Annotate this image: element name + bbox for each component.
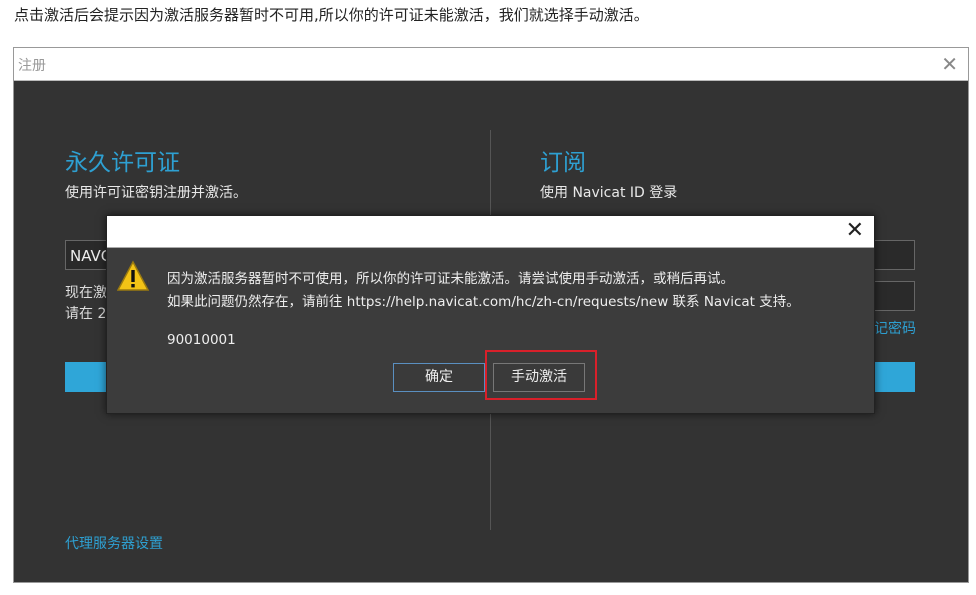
- dialog-titlebar: ✕: [107, 216, 874, 248]
- close-icon[interactable]: ✕: [941, 52, 958, 76]
- highlight-box: [485, 350, 597, 400]
- caption-text: 点击激活后会提示因为激活服务器暂时不可用,所以你的许可证未能激活，我们就选择手动…: [14, 6, 649, 24]
- error-message-line2: 如果此问题仍然存在，请前往 https://help.navicat.com/h…: [167, 294, 800, 310]
- close-icon[interactable]: ✕: [846, 218, 864, 243]
- window-titlebar: 注册 ✕: [14, 48, 968, 81]
- window-title: 注册: [18, 58, 46, 74]
- ok-button[interactable]: 确定: [393, 363, 485, 392]
- perpetual-license-heading: 永久许可证: [65, 150, 180, 176]
- activation-status-text: 现在激: [65, 285, 107, 301]
- forgot-password-link[interactable]: 记密码: [874, 318, 916, 338]
- warning-icon: [117, 260, 149, 291]
- subscription-heading: 订阅: [540, 150, 586, 176]
- proxy-settings-link[interactable]: 代理服务器设置: [65, 533, 163, 553]
- activation-deadline-text: 请在 2: [65, 306, 107, 322]
- perpetual-license-subtitle: 使用许可证密钥注册并激活。: [65, 185, 247, 201]
- error-message-line1: 因为激活服务器暂时不可使用，所以你的许可证未能激活。请尝试使用手动激活，或稍后再…: [167, 271, 734, 287]
- subscription-subtitle: 使用 Navicat ID 登录: [540, 185, 678, 201]
- error-code: 90010001: [167, 332, 236, 348]
